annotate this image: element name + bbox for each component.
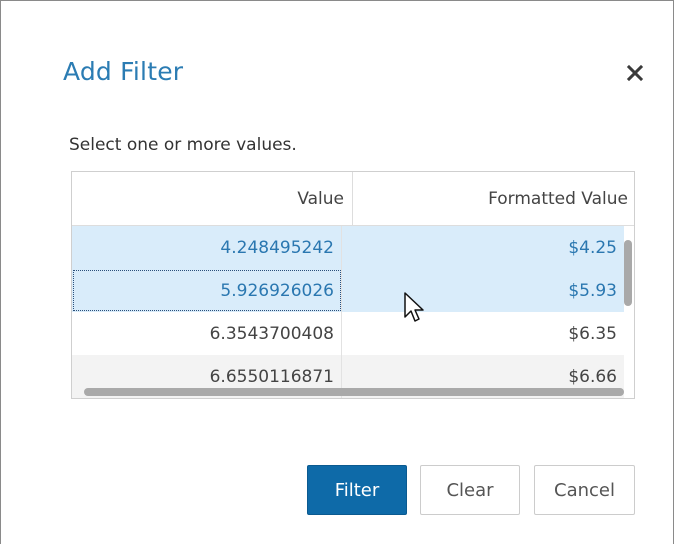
clear-button[interactable]: Clear — [420, 465, 520, 515]
mouse-pointer-icon — [403, 291, 427, 327]
close-button[interactable] — [621, 59, 649, 87]
table-row[interactable]: 4.248495242 $4.25 — [72, 226, 624, 269]
filter-button[interactable]: Filter — [307, 465, 407, 515]
value-cell[interactable]: 5.926926026 — [72, 269, 342, 312]
cancel-button[interactable]: Cancel — [534, 465, 635, 515]
instructions-text: Select one or more values. — [69, 135, 297, 155]
table-row[interactable]: 6.3543700408 $6.35 — [72, 312, 624, 355]
formatted-value-cell[interactable]: $6.35 — [342, 312, 624, 355]
formatted-value-cell[interactable]: $4.25 — [342, 226, 624, 269]
table-row[interactable]: 5.926926026 $5.93 — [72, 269, 624, 312]
horizontal-scrollbar-thumb[interactable] — [84, 388, 624, 396]
add-filter-dialog: Add Filter Select one or more values. Va… — [0, 0, 674, 544]
grid-header: Value Formatted Value — [72, 172, 634, 226]
vertical-scrollbar-thumb[interactable] — [624, 240, 632, 306]
close-icon — [626, 64, 644, 82]
values-grid[interactable]: Value Formatted Value 4.248495242 $4.25 … — [71, 171, 635, 399]
formatted-value-cell[interactable]: $5.93 — [342, 269, 624, 312]
grid-rows: 4.248495242 $4.25 5.926926026 $5.93 6.35… — [72, 226, 624, 398]
value-cell[interactable]: 6.3543700408 — [72, 312, 342, 355]
column-header-formatted-value[interactable]: Formatted Value — [353, 172, 634, 225]
dialog-title: Add Filter — [63, 57, 184, 86]
value-cell[interactable]: 4.248495242 — [72, 226, 342, 269]
column-header-value[interactable]: Value — [72, 172, 353, 225]
